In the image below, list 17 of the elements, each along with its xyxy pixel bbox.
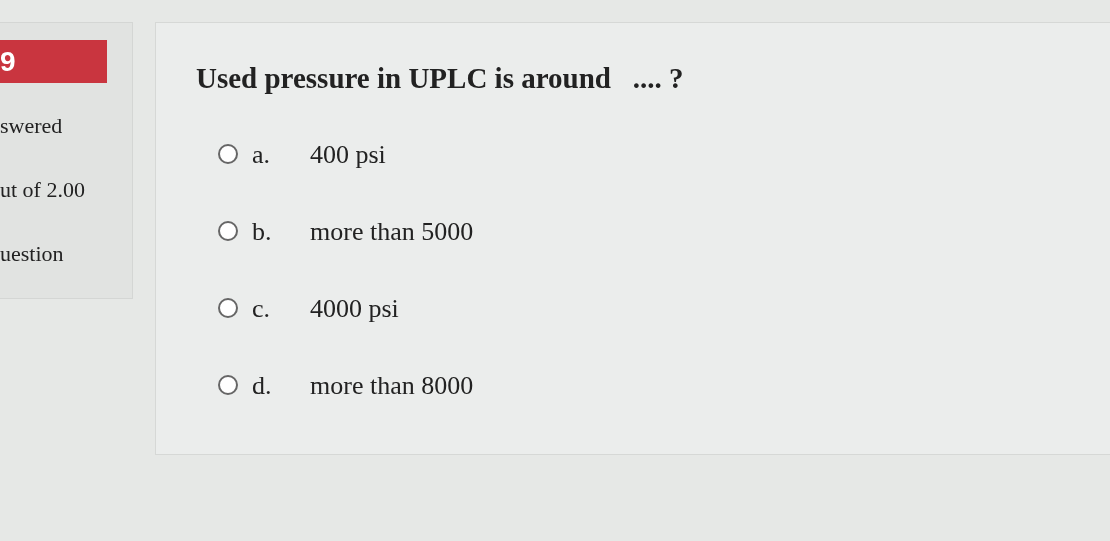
flag-question-link[interactable]: uestion: [0, 243, 132, 265]
option-letter: b.: [252, 215, 273, 248]
radio-button[interactable]: [218, 144, 238, 164]
option-text[interactable]: 4000 psi: [310, 288, 399, 328]
option-text[interactable]: more than 8000: [310, 365, 474, 405]
option-letter: c.: [252, 292, 272, 325]
option-letter: a.: [252, 138, 272, 171]
option-text[interactable]: 400 psi: [310, 134, 386, 174]
radio-button[interactable]: [218, 221, 238, 241]
radio-button[interactable]: [218, 375, 238, 395]
option-text[interactable]: more than 5000: [310, 211, 474, 251]
status-text: swered: [0, 115, 64, 137]
option-letter: d.: [252, 369, 273, 402]
question-text: Used pressure in UPLC is around .... ?: [196, 61, 684, 96]
question-number: 9: [0, 40, 107, 83]
radio-button[interactable]: [218, 298, 238, 318]
mark-text: ut of 2.00: [0, 179, 86, 201]
